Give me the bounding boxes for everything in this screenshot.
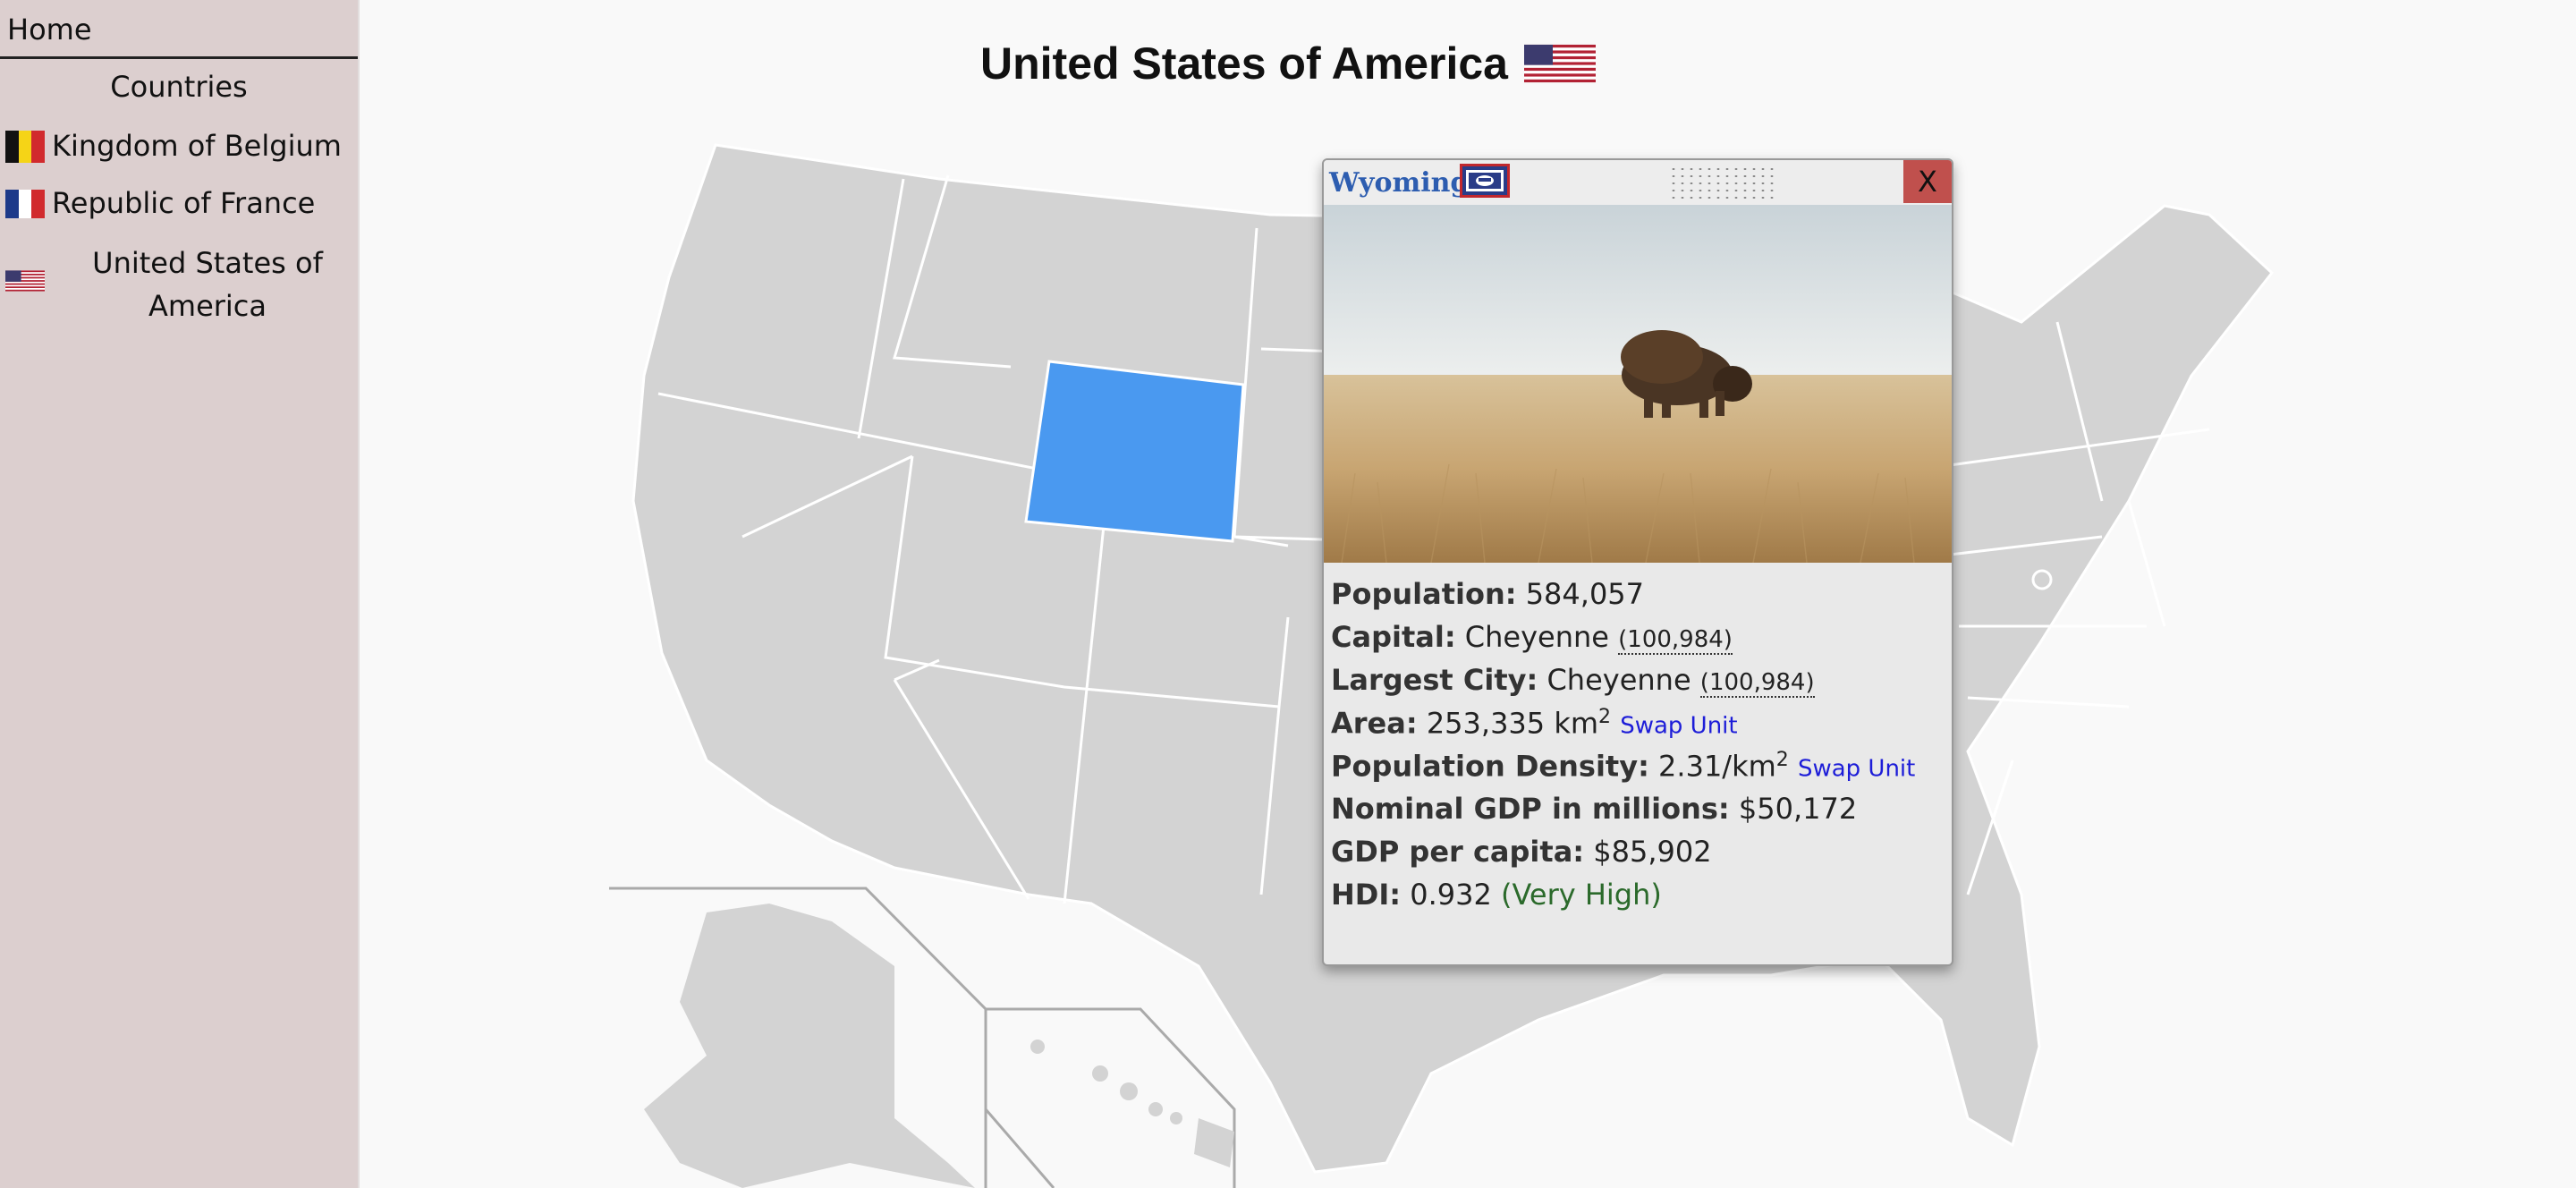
superscript: 2 <box>1598 706 1612 728</box>
page-title: United States of America <box>980 38 1508 89</box>
sidebar-item-label: United States of America <box>55 242 360 327</box>
stat-largest-city: Largest City: Cheyenne (100,984) <box>1331 663 1948 706</box>
stat-population: Population: 584,057 <box>1331 577 1948 620</box>
stat-value: 0.932 <box>1410 878 1492 912</box>
france-flag-icon <box>5 190 46 218</box>
stat-value: 584,057 <box>1525 577 1645 611</box>
swap-unit-density-link[interactable]: Swap Unit <box>1798 756 1915 783</box>
stat-value: 253,335 km <box>1426 706 1599 741</box>
stat-value: Cheyenne <box>1546 663 1691 697</box>
largest-city-population[interactable]: (100,984) <box>1699 669 1815 698</box>
stat-value: 2.31/km <box>1658 749 1776 784</box>
sidebar-item-label-line1: United States of <box>92 246 323 280</box>
stats-list: Population: 584,057 Capital: Cheyenne (1… <box>1331 577 1948 921</box>
drag-handle[interactable] <box>1669 165 1775 201</box>
stat-label: Largest City: <box>1331 663 1538 697</box>
state-info-popup: Wyoming X Population: 584,057 Capital: C… <box>1322 158 1953 966</box>
usa-flag-icon <box>5 270 45 292</box>
popup-title: Wyoming <box>1329 167 1470 199</box>
stat-label: HDI: <box>1331 878 1402 912</box>
stat-capital: Capital: Cheyenne (100,984) <box>1331 620 1948 663</box>
stat-hdi: HDI: 0.932 (Very High) <box>1331 878 1948 921</box>
stat-label: Area: <box>1331 706 1418 741</box>
stat-label: Population: <box>1331 577 1517 611</box>
capital-population[interactable]: (100,984) <box>1618 626 1733 655</box>
stat-label: Capital: <box>1331 620 1456 654</box>
stat-value: Cheyenne <box>1464 620 1609 654</box>
sidebar-item-label-line2: America <box>148 289 267 323</box>
superscript: 2 <box>1775 749 1789 771</box>
wyoming-flag-icon <box>1460 164 1510 198</box>
sidebar: Home Countries Kingdom of Belgium Republ… <box>0 0 360 1188</box>
usa-flag-icon <box>1523 44 1596 83</box>
stat-value: $50,172 <box>1738 792 1858 826</box>
inset-hawaii <box>984 1007 1236 1188</box>
stat-label: Nominal GDP in millions: <box>1331 792 1730 826</box>
stat-label: GDP per capita: <box>1331 835 1585 869</box>
swap-unit-area-link[interactable]: Swap Unit <box>1620 713 1737 740</box>
stat-gdp-per-capita: GDP per capita: $85,902 <box>1331 835 1948 878</box>
stat-density: Population Density: 2.31/km2 Swap Unit <box>1331 749 1948 792</box>
close-button[interactable]: X <box>1903 160 1952 203</box>
stat-area: Area: 253,335 km2 Swap Unit <box>1331 706 1948 749</box>
stat-label: Population Density: <box>1331 749 1649 784</box>
sidebar-item-france[interactable]: Republic of France <box>5 186 354 222</box>
popup-header[interactable]: Wyoming X <box>1324 160 1952 205</box>
sidebar-item-label: Republic of France <box>52 186 316 220</box>
belgium-flag-icon <box>5 131 46 163</box>
sidebar-item-belgium[interactable]: Kingdom of Belgium <box>5 129 354 165</box>
bison-photo <box>1324 205 1952 563</box>
sidebar-item-label: Kingdom of Belgium <box>52 129 342 163</box>
state-wyoming <box>1024 360 1245 543</box>
inset-alaska <box>609 887 987 1188</box>
page-title-bar: United States of America <box>0 38 2576 89</box>
stat-gdp: Nominal GDP in millions: $50,172 <box>1331 792 1948 835</box>
stat-value: $85,902 <box>1593 835 1712 869</box>
hdi-level: (Very High) <box>1501 878 1662 912</box>
sidebar-item-usa[interactable]: United States of America <box>5 242 354 327</box>
